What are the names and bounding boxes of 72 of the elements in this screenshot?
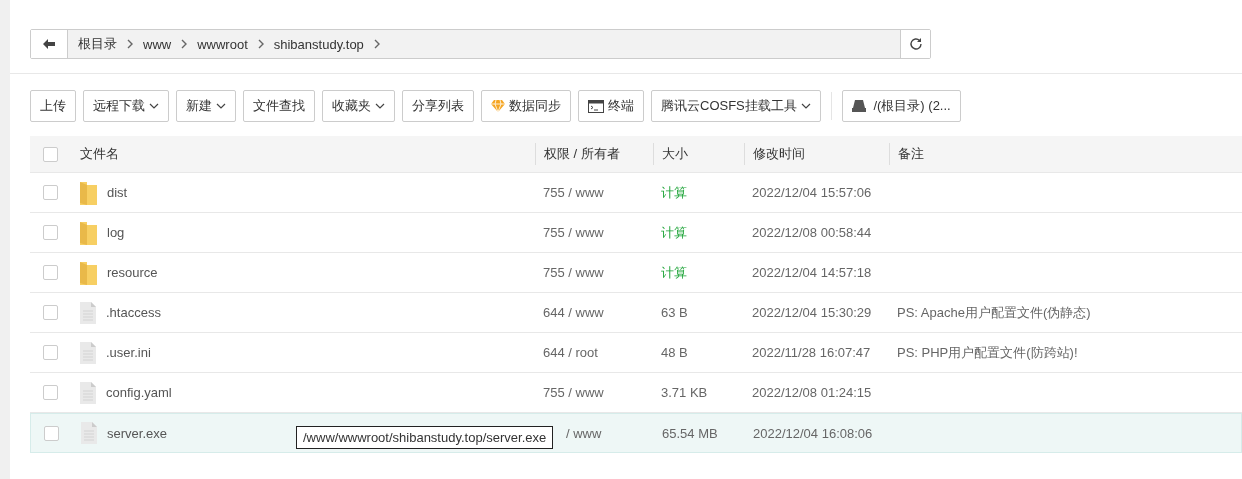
document-icon bbox=[80, 341, 96, 364]
file-name[interactable]: log bbox=[107, 225, 125, 240]
modified-time: 2022/11/28 16:07:47 bbox=[751, 345, 871, 360]
chevron-icon bbox=[373, 39, 380, 49]
file-name[interactable]: .htaccess bbox=[106, 305, 161, 320]
document-icon bbox=[80, 301, 96, 324]
column-header[interactable]: 文件名 bbox=[80, 145, 119, 163]
permission-text[interactable]: 644 / root bbox=[535, 345, 598, 360]
back-button[interactable] bbox=[31, 30, 68, 58]
row-checkbox[interactable] bbox=[43, 265, 58, 280]
disk-button[interactable]: /(根目录) (2... bbox=[841, 90, 961, 122]
file-name[interactable]: .user.ini bbox=[106, 345, 151, 360]
refresh-button[interactable] bbox=[900, 30, 930, 58]
permission-text[interactable]: 644 / www bbox=[535, 305, 604, 320]
toolbar-button[interactable]: 腾讯云COSFS挂载工具 bbox=[651, 90, 821, 122]
file-name[interactable]: resource bbox=[107, 265, 158, 280]
modified-time: 2022/12/08 00:58:44 bbox=[751, 225, 872, 240]
toolbar-button[interactable]: 上传 bbox=[30, 90, 76, 122]
permission-text[interactable]: 755 / www bbox=[535, 265, 604, 280]
permission-text[interactable]: 755 / www bbox=[535, 185, 604, 200]
document-icon bbox=[81, 422, 97, 444]
modified-time: 2022/12/04 16:08:06 bbox=[752, 425, 873, 441]
chevron-icon bbox=[127, 39, 133, 49]
column-header[interactable]: 权限 / 所有者 bbox=[544, 145, 620, 163]
path-tooltip: /www/wwwroot/shibanstudy.top/server.exe bbox=[296, 426, 554, 449]
toolbar-button[interactable]: 分享列表 bbox=[402, 90, 474, 122]
folder-icon bbox=[80, 220, 97, 245]
folder-icon bbox=[80, 180, 97, 205]
note-text: PS: Apache用户配置文件(伪静态) bbox=[896, 304, 1091, 320]
row-checkbox[interactable] bbox=[44, 425, 59, 441]
modified-time: 2022/12/04 15:57:06 bbox=[751, 185, 872, 200]
document-icon bbox=[80, 381, 96, 404]
chevron-icon bbox=[181, 39, 188, 49]
toolbar-button[interactable]: 收藏夹 bbox=[322, 90, 395, 122]
modified-time: 2022/12/04 15:30:29 bbox=[751, 305, 872, 320]
toolbar-button[interactable]: 终端 bbox=[578, 90, 644, 122]
chevron-icon bbox=[257, 39, 264, 49]
size-text: 65.54 MB bbox=[661, 425, 718, 441]
terminal-icon bbox=[588, 99, 604, 113]
size-text: 3.71 KB bbox=[660, 385, 708, 400]
row-checkbox[interactable] bbox=[43, 225, 58, 240]
permission-text[interactable]: 755 / www bbox=[535, 385, 604, 400]
file-name[interactable]: config.yaml bbox=[106, 385, 172, 400]
column-header[interactable]: 修改时间 bbox=[753, 145, 805, 163]
toolbar-button[interactable]: 数据同步 bbox=[481, 90, 571, 122]
toolbar-button[interactable]: 新建 bbox=[176, 90, 236, 122]
breadcrumb-item[interactable]: 根目录 bbox=[74, 35, 121, 53]
toolbar-button[interactable]: 文件查找 bbox=[243, 90, 315, 122]
breadcrumb-item[interactable]: shibanstudy.top bbox=[269, 36, 368, 52]
permission-text[interactable]: 755 / www bbox=[535, 225, 604, 240]
row-checkbox[interactable] bbox=[43, 385, 58, 400]
row-checkbox[interactable] bbox=[43, 305, 58, 320]
folder-icon bbox=[80, 260, 97, 285]
refresh-icon bbox=[908, 37, 923, 51]
row-checkbox[interactable] bbox=[43, 185, 58, 200]
file-name[interactable]: dist bbox=[107, 185, 128, 200]
gem-icon bbox=[491, 100, 505, 112]
back-arrow-icon bbox=[43, 39, 55, 49]
size-text: 63 B bbox=[660, 305, 688, 320]
breadcrumb-item[interactable]: wwwroot bbox=[193, 36, 252, 52]
column-header[interactable]: 备注 bbox=[898, 145, 924, 163]
column-header[interactable]: 大小 bbox=[662, 145, 688, 163]
modified-time: 2022/12/04 14:57:18 bbox=[751, 265, 872, 280]
toolbar-button[interactable]: 远程下载 bbox=[83, 90, 169, 122]
file-name[interactable]: server.exe bbox=[107, 425, 167, 441]
disk-icon bbox=[851, 100, 866, 112]
row-checkbox[interactable] bbox=[43, 345, 58, 360]
breadcrumb-item[interactable]: www bbox=[139, 36, 176, 52]
size-text: 48 B bbox=[660, 345, 688, 360]
modified-time: 2022/12/08 01:24:15 bbox=[751, 385, 872, 400]
select-all-checkbox[interactable] bbox=[43, 146, 58, 162]
note-text: PS: PHP用户配置文件(防跨站)! bbox=[896, 344, 1078, 360]
